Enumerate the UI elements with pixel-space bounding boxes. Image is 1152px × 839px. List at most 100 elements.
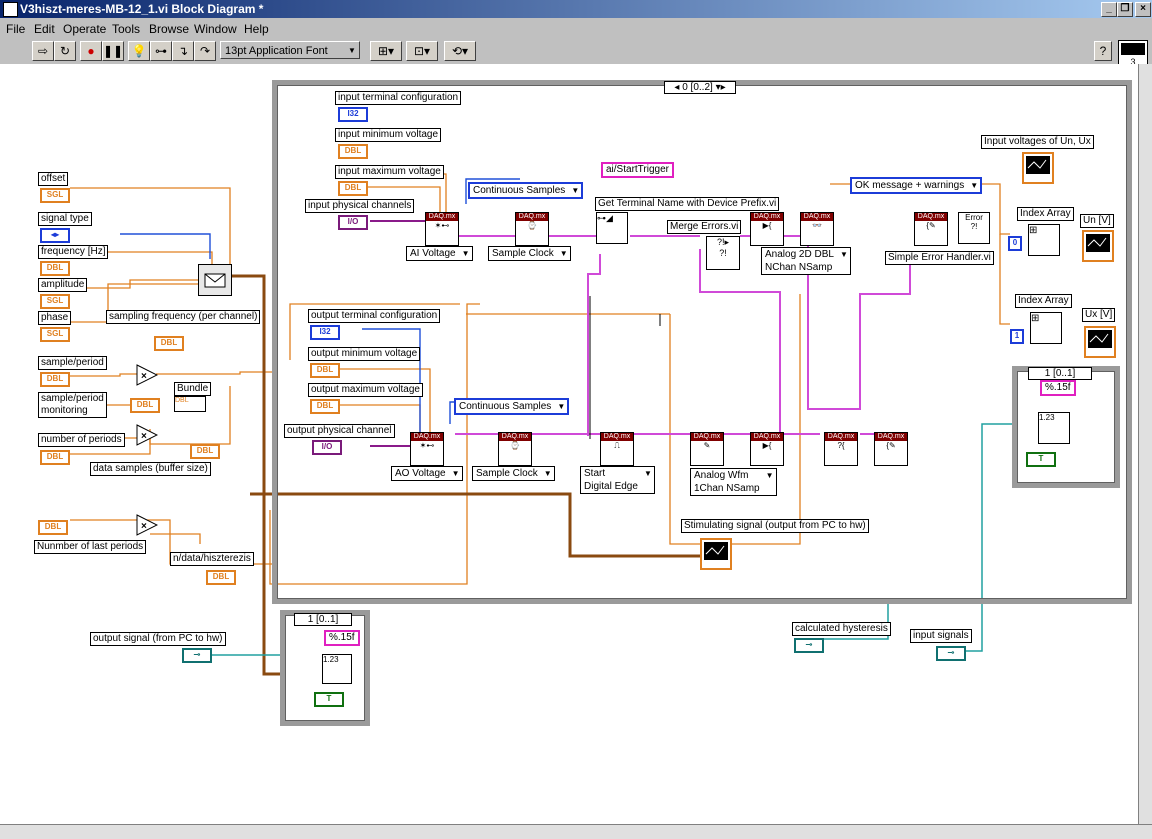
daqmx-create-channel-ao[interactable]: DAQ.mx ✶⊷ bbox=[410, 432, 444, 466]
highlight-execution-icon[interactable]: 💡 bbox=[128, 41, 150, 61]
block-diagram-canvas[interactable]: ◂ 0 [0..2] ▾▸ 1 [0..1] 1 [0..1] offset S… bbox=[0, 64, 1138, 824]
offset-terminal[interactable]: SGL bbox=[40, 188, 70, 203]
get-terminal-name-node[interactable]: ⊶◢ bbox=[596, 212, 628, 244]
number-of-periods-terminal[interactable]: DBL bbox=[40, 450, 70, 465]
sample-period-terminal[interactable]: DBL bbox=[40, 372, 70, 387]
output-min-voltage-terminal[interactable]: DBL bbox=[310, 363, 340, 378]
help-icon[interactable]: ? bbox=[1094, 41, 1112, 61]
daqmx-create-channel-ai[interactable]: DAQ.mx ✶⊷ bbox=[425, 212, 459, 246]
input-terminal-config-terminal[interactable]: I32 bbox=[338, 107, 368, 122]
continuous-samples-ring-2[interactable]: Continuous Samples bbox=[454, 398, 570, 415]
index-array-2-node[interactable]: ⊞ bbox=[1030, 312, 1062, 344]
daqmx-start-ao[interactable]: DAQ.mx ▶{ bbox=[750, 432, 784, 466]
menu-tools[interactable]: Tools bbox=[112, 22, 140, 36]
step-into-icon[interactable]: ↴ bbox=[172, 41, 194, 61]
menu-edit[interactable]: Edit bbox=[34, 22, 55, 36]
daqmx-write-ao[interactable]: DAQ.mx ✎ bbox=[690, 432, 724, 466]
bottom-number-to-string-node[interactable]: 1.23 bbox=[322, 654, 352, 684]
calculated-hysteresis-terminal[interactable]: ⊸ bbox=[794, 638, 824, 653]
index-1-constant[interactable]: 1 bbox=[1010, 329, 1024, 344]
daqmx-timing-ai[interactable]: DAQ.mx ⌚ bbox=[515, 212, 549, 246]
menu-window[interactable]: Window bbox=[194, 22, 237, 36]
right-bool-constant[interactable]: T bbox=[1026, 452, 1056, 467]
output-terminal-config-terminal[interactable]: I32 bbox=[310, 325, 340, 340]
bottom-format-string[interactable]: %.15f bbox=[324, 630, 360, 646]
bottom-sequence-selector[interactable]: 1 [0..1] bbox=[294, 613, 352, 626]
input-voltages-graph[interactable] bbox=[1022, 152, 1054, 184]
seq-prev-icon[interactable]: ◂ bbox=[674, 82, 679, 93]
phase-terminal[interactable]: SGL bbox=[40, 327, 70, 342]
menu-file[interactable]: File bbox=[6, 22, 25, 36]
pause-icon[interactable]: ❚❚ bbox=[102, 41, 124, 61]
daqmx-trigger-ao[interactable]: DAQ.mx ⎍ bbox=[600, 432, 634, 466]
output-signal-terminal[interactable]: ⊸ bbox=[182, 648, 212, 663]
abort-icon[interactable]: ● bbox=[80, 41, 102, 61]
minimize-button[interactable]: _ bbox=[1101, 2, 1117, 17]
multiply-node-3[interactable]: × bbox=[136, 514, 159, 536]
input-min-voltage-terminal[interactable]: DBL bbox=[338, 144, 368, 159]
seq-next-icon[interactable]: ▾▸ bbox=[716, 82, 726, 93]
daqmx-clear-ai[interactable]: DAQ.mx {✎ bbox=[914, 212, 948, 246]
sample-period-monitoring-terminal[interactable]: DBL bbox=[130, 398, 160, 413]
run-continuously-icon[interactable]: ↻ bbox=[54, 41, 76, 61]
frequency-terminal[interactable]: DBL bbox=[40, 261, 70, 276]
input-max-voltage-terminal[interactable]: DBL bbox=[338, 181, 368, 196]
retain-wire-values-icon[interactable]: ⊶ bbox=[150, 41, 172, 61]
un-v-graph[interactable] bbox=[1082, 230, 1114, 262]
ai-start-trigger-constant[interactable]: ai/StartTrigger bbox=[601, 162, 674, 178]
horizontal-scrollbar[interactable] bbox=[0, 824, 1152, 839]
reorder-icon[interactable]: ⟲▾ bbox=[444, 41, 476, 61]
merge-errors-node[interactable]: ?!▸?! bbox=[706, 236, 740, 270]
right-sequence-selector[interactable]: 1 [0..1] bbox=[1028, 367, 1092, 380]
analog-2d-ring[interactable]: Analog 2D DBL NChan NSamp bbox=[761, 247, 851, 275]
index-array-1-node[interactable]: ⊞ bbox=[1028, 224, 1060, 256]
daqmx-clear-ao[interactable]: DAQ.mx {✎ bbox=[874, 432, 908, 466]
right-format-string[interactable]: %.15f bbox=[1040, 380, 1076, 396]
menu-browse[interactable]: Browse bbox=[149, 22, 189, 36]
waveform-generator-node[interactable] bbox=[198, 264, 232, 296]
dbl-indicator-2[interactable]: DBL bbox=[190, 444, 220, 459]
multiply-node-1[interactable]: × bbox=[136, 364, 159, 386]
dbl-indicator-1[interactable]: DBL bbox=[154, 336, 184, 351]
maximize-button[interactable]: ❐ bbox=[1117, 2, 1133, 17]
sample-clock-ring-2[interactable]: Sample Clock bbox=[472, 466, 555, 481]
menu-operate[interactable]: Operate bbox=[63, 22, 106, 36]
daqmx-timing-ao[interactable]: DAQ.mx ⌚ bbox=[498, 432, 532, 466]
distribute-objects-icon[interactable]: ⊡▾ bbox=[406, 41, 438, 61]
bottom-bool-constant[interactable]: T bbox=[314, 692, 344, 707]
vertical-scrollbar[interactable] bbox=[1138, 64, 1152, 824]
ao-voltage-ring[interactable]: AO Voltage bbox=[391, 466, 463, 481]
menu-help[interactable]: Help bbox=[244, 22, 269, 36]
font-select-arrow-icon[interactable]: ▼ bbox=[348, 46, 356, 55]
start-digital-edge-ring[interactable]: Start Digital Edge bbox=[580, 466, 655, 494]
simple-error-handler-node[interactable]: Error ?! bbox=[958, 212, 990, 244]
ai-voltage-ring[interactable]: AI Voltage bbox=[406, 246, 473, 261]
right-number-to-string-node[interactable]: 1.23 bbox=[1038, 412, 1070, 444]
n-data-hiszterezis-terminal[interactable]: DBL bbox=[206, 570, 236, 585]
daqmx-wait-ao[interactable]: DAQ.mx ?{ bbox=[824, 432, 858, 466]
close-button[interactable]: × bbox=[1135, 2, 1151, 17]
daqmx-start-ai[interactable]: DAQ.mx ▶{ bbox=[750, 212, 784, 246]
ux-v-graph[interactable] bbox=[1084, 326, 1116, 358]
bundle-node[interactable]: DBL bbox=[174, 396, 206, 412]
daqmx-read-ai[interactable]: DAQ.mx 👓 bbox=[800, 212, 834, 246]
output-max-voltage-terminal[interactable]: DBL bbox=[310, 399, 340, 414]
run-arrow-icon[interactable]: ⇨ bbox=[32, 41, 54, 61]
index-0-constant[interactable]: 0 bbox=[1008, 236, 1022, 251]
align-objects-icon[interactable]: ⊞▾ bbox=[370, 41, 402, 61]
step-over-icon[interactable]: ↷ bbox=[194, 41, 216, 61]
font-select[interactable]: 13pt Application Font bbox=[220, 41, 360, 59]
input-signals-terminal[interactable]: ⊸ bbox=[936, 646, 966, 661]
amplitude-terminal[interactable]: SGL bbox=[40, 294, 70, 309]
last-periods-terminal[interactable]: DBL bbox=[38, 520, 68, 535]
main-sequence-selector[interactable]: ◂ 0 [0..2] ▾▸ bbox=[664, 81, 736, 94]
output-physical-channel-terminal[interactable]: I/O bbox=[312, 440, 342, 455]
signal-type-terminal[interactable]: ◂▸ bbox=[40, 228, 70, 243]
continuous-samples-ring-1[interactable]: Continuous Samples bbox=[468, 182, 584, 199]
stimulating-signal-graph[interactable] bbox=[700, 538, 732, 570]
multiply-node-2[interactable]: × bbox=[136, 424, 159, 446]
input-physical-channels-terminal[interactable]: I/O bbox=[338, 215, 368, 230]
analog-wfm-ring[interactable]: Analog Wfm 1Chan NSamp bbox=[690, 468, 777, 496]
ok-message-ring[interactable]: OK message + warnings bbox=[850, 177, 983, 194]
sample-clock-ring-1[interactable]: Sample Clock bbox=[488, 246, 571, 261]
